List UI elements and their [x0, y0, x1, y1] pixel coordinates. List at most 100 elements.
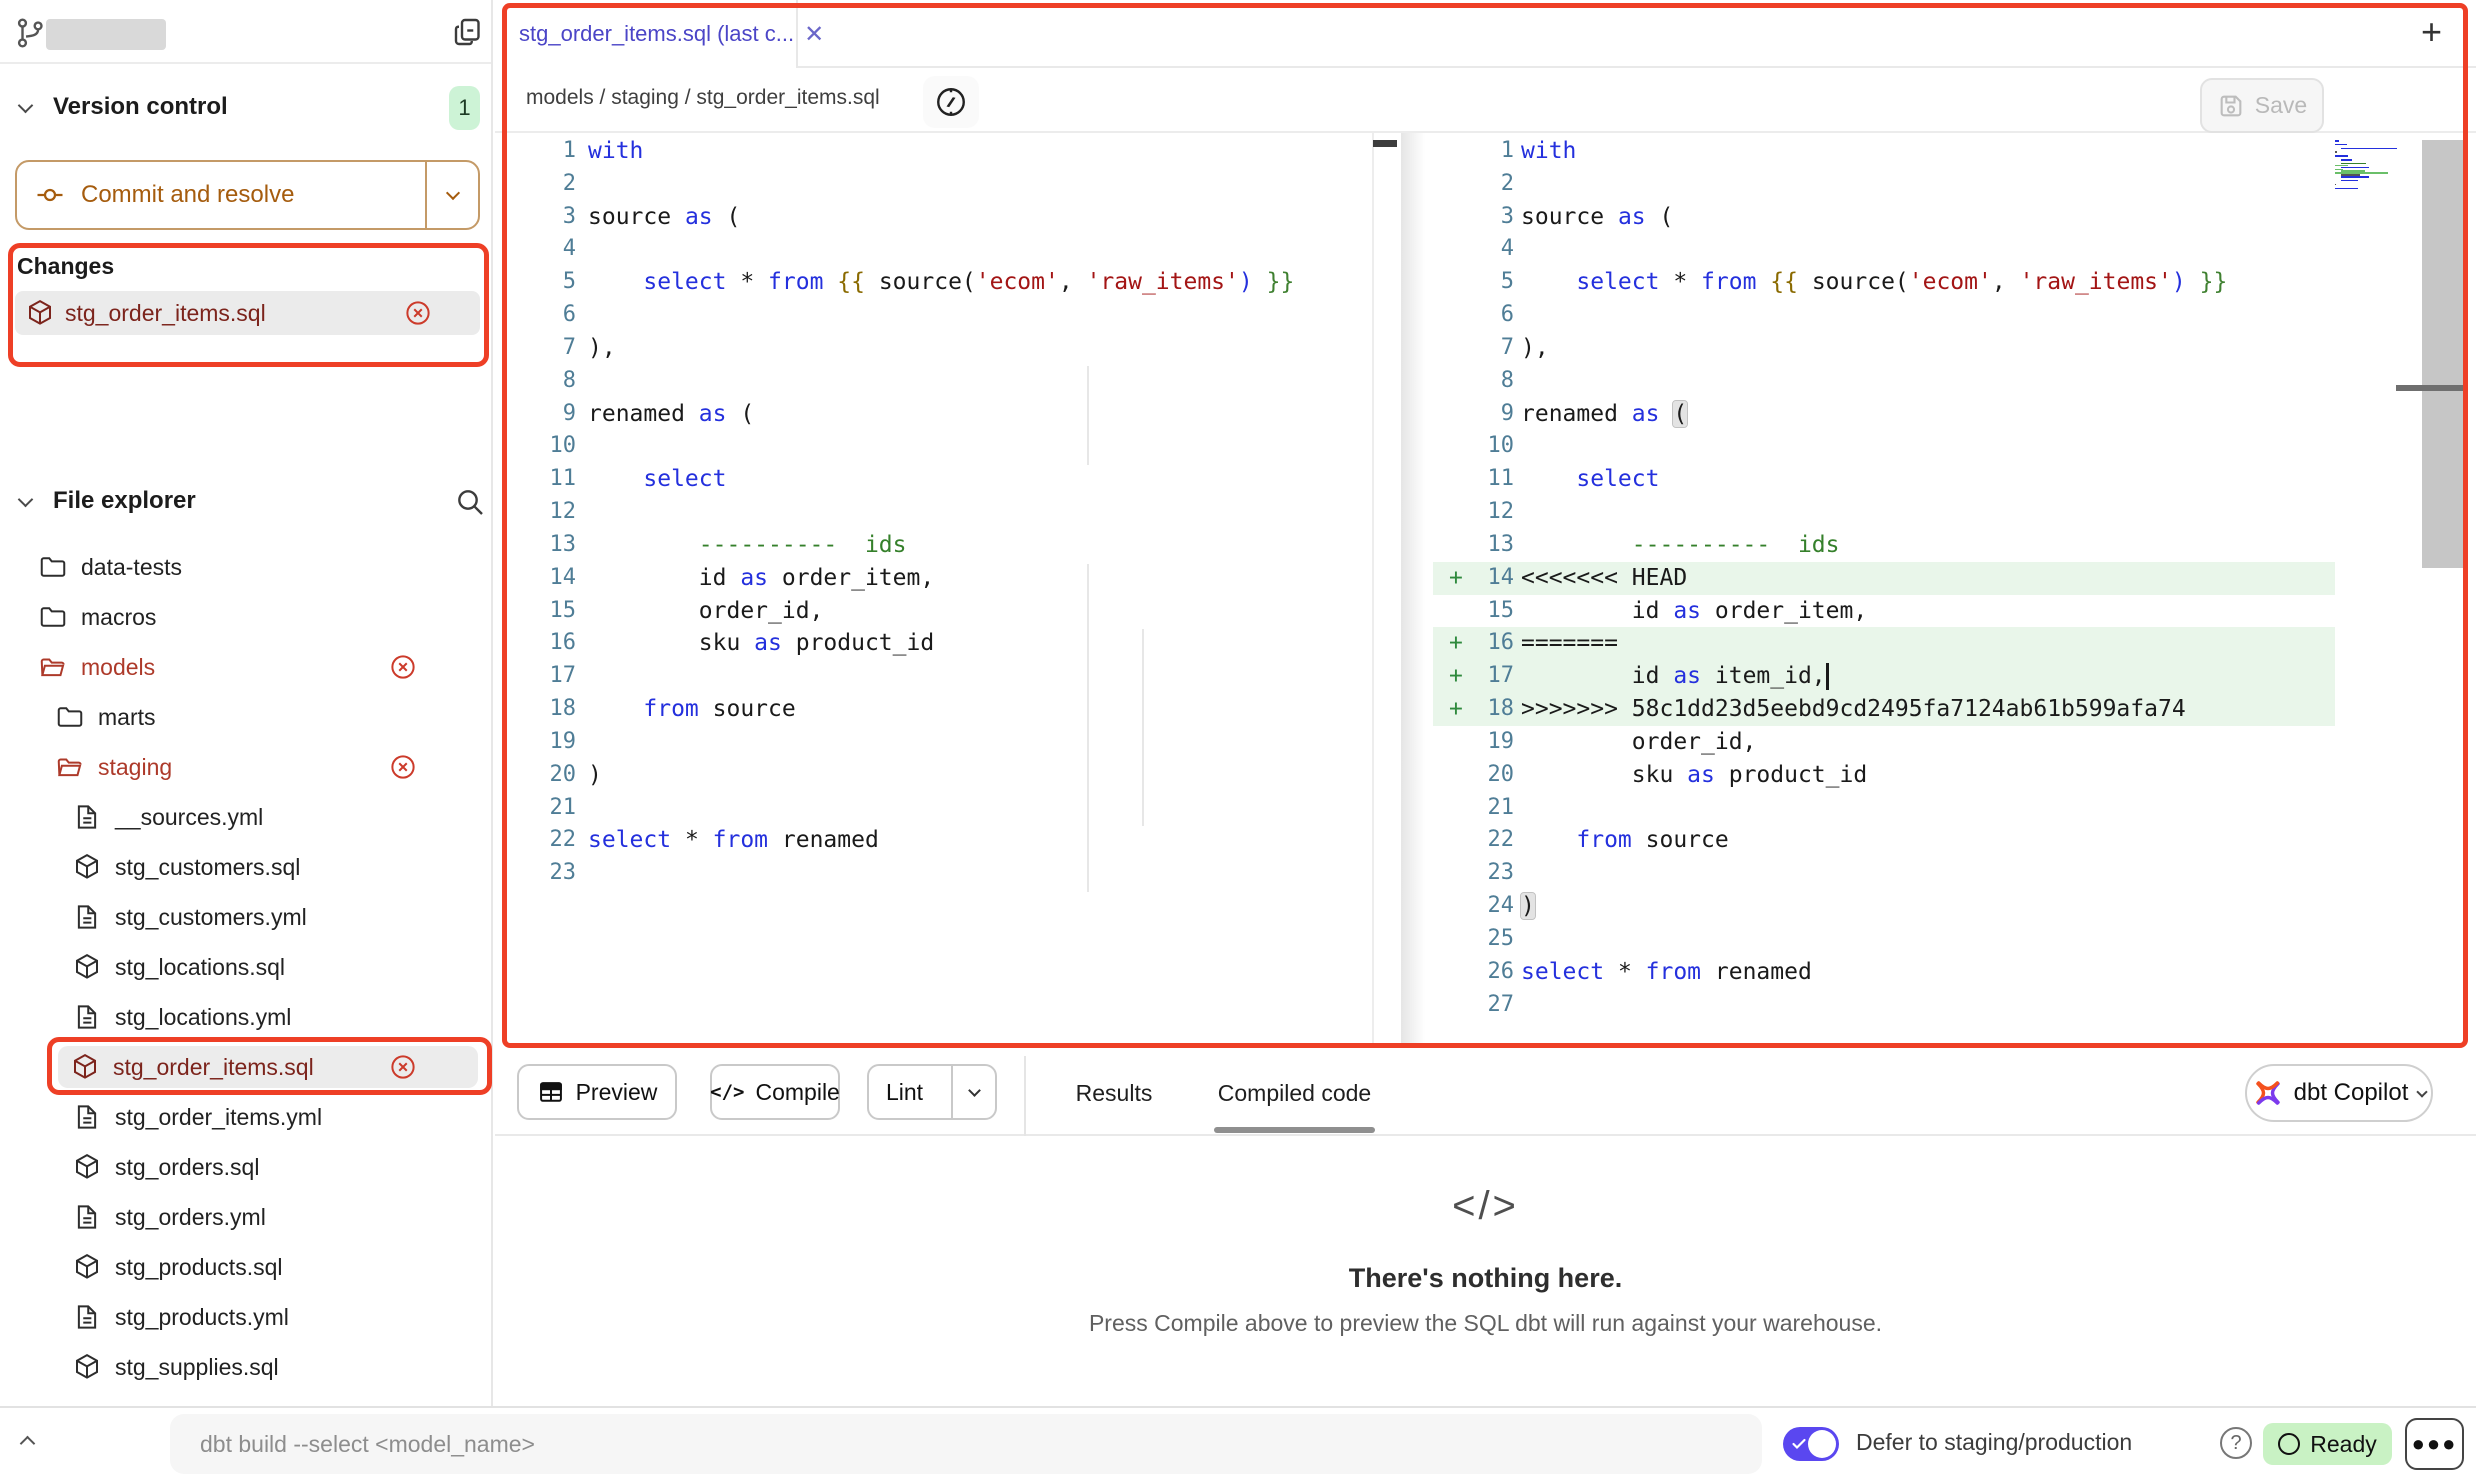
discard-change-icon[interactable]	[388, 752, 418, 782]
main-area: stg_order_items.sql (last c... ✕ + model…	[495, 0, 2476, 1406]
branch-name-placeholder[interactable]	[46, 19, 166, 50]
code-text: select * from renamed	[588, 824, 879, 857]
tree-item-models[interactable]: models	[0, 642, 491, 692]
collapse-panel-button[interactable]	[22, 1436, 33, 1454]
chevron-down-icon	[2417, 1086, 2428, 1097]
tab-compiled-code[interactable]: Compiled code	[1214, 1056, 1375, 1130]
new-tab-button[interactable]: +	[2421, 12, 2442, 52]
empty-state-subtitle: Press Compile above to preview the SQL d…	[495, 1310, 2476, 1337]
tree-item-stg-customers-sql[interactable]: stg_customers.sql	[0, 842, 491, 892]
tab-stg-order-items[interactable]: stg_order_items.sql (last c... ✕	[495, 0, 798, 68]
line-number: 7	[1401, 332, 1514, 365]
cube-icon	[72, 1252, 102, 1282]
code-text: from source	[1521, 824, 1729, 857]
code-text: select * from {{ source('ecom', 'raw_ite…	[588, 266, 1294, 299]
close-tab-icon[interactable]: ✕	[804, 20, 824, 49]
commit-dropdown-button[interactable]	[425, 162, 478, 228]
lint-dropdown-button[interactable]	[951, 1066, 995, 1118]
tree-item-stg-locations-yml[interactable]: stg_locations.yml	[0, 992, 491, 1042]
tree-item--sources-yml[interactable]: __sources.yml	[0, 792, 491, 842]
code-lines-conflicted: 1with23source as (45 select * from {{ so…	[1401, 135, 2468, 1021]
code-lines-original: 1with23source as (45 select * from {{ so…	[495, 135, 1399, 890]
active-tab-underline	[1214, 1127, 1375, 1133]
defer-toggle[interactable]	[1783, 1427, 1839, 1461]
compiled-code-empty-state: </> There's nothing here. Press Compile …	[495, 1136, 2476, 1406]
code-line: 3source as (	[495, 201, 1399, 234]
code-line: 13 ---------- ids	[495, 529, 1399, 562]
diff-added-marker: +	[1449, 627, 1463, 660]
lint-label: Lint	[869, 1079, 940, 1106]
tab-results[interactable]: Results	[1066, 1056, 1162, 1130]
chevron-down-icon	[445, 186, 459, 200]
discard-change-icon[interactable]	[403, 298, 433, 328]
status-circle-icon	[2278, 1433, 2300, 1455]
line-number: 23	[1401, 857, 1514, 890]
line-number: 22	[495, 824, 576, 857]
code-line: 18 from source	[495, 693, 1399, 726]
dbt-command-input[interactable]	[170, 1414, 1762, 1474]
code-text: id as order_item,	[588, 562, 934, 595]
tree-item-stg-products-sql[interactable]: stg_products.sql	[0, 1242, 491, 1292]
tree-item-macros[interactable]: macros	[0, 592, 491, 642]
tree-item-stg-order-items-yml[interactable]: stg_order_items.yml	[0, 1092, 491, 1142]
code-line: 13 ---------- ids	[1401, 529, 2468, 562]
cube-icon	[72, 1152, 102, 1182]
tree-item-stg-supplies-sql[interactable]: stg_supplies.sql	[0, 1342, 491, 1392]
tree-item-stg-products-yml[interactable]: stg_products.yml	[0, 1292, 491, 1342]
code-text: select * from renamed	[1521, 956, 1812, 989]
code-line: 4	[1401, 233, 2468, 266]
editor-action-toolbar: Preview </> Compile Lint Results Compile…	[495, 1056, 2476, 1136]
help-icon[interactable]: ?	[2220, 1427, 2252, 1459]
code-text: =======	[1521, 627, 1618, 660]
preview-button[interactable]: Preview	[517, 1064, 677, 1120]
code-line: 8	[495, 365, 1399, 398]
code-line: 5 select * from {{ source('ecom', 'raw_i…	[495, 266, 1399, 299]
folder-icon	[55, 702, 85, 732]
tree-item-staging[interactable]: staging	[0, 742, 491, 792]
tree-item-stg-orders-sql[interactable]: stg_orders.sql	[0, 1142, 491, 1192]
code-text: >>>>>>> 58c1dd23d5eebd9cd2495fa7124ab61b…	[1521, 693, 2186, 726]
chevron-down-icon	[18, 492, 34, 508]
tree-item-label: __sources.yml	[115, 804, 263, 831]
tree-item-data-tests[interactable]: data-tests	[0, 542, 491, 592]
changed-file-item[interactable]: stg_order_items.sql	[15, 291, 480, 335]
compile-button[interactable]: </> Compile	[710, 1064, 840, 1120]
version-control-section-header[interactable]: Version control 1	[0, 86, 491, 132]
tree-item-stg-order-items-sql[interactable]: stg_order_items.sql	[58, 1046, 478, 1088]
line-number: 3	[495, 201, 576, 234]
code-text: id as item_id,	[1521, 660, 1826, 693]
diff-added-marker: +	[1449, 562, 1463, 595]
more-options-button[interactable]: ●●●	[2405, 1418, 2464, 1470]
editor-pane-conflicted[interactable]: 1with23source as (45 select * from {{ so…	[1401, 133, 2468, 1048]
breadcrumb-row: models / staging / stg_order_items.sql S…	[495, 68, 2476, 133]
editor-pane-original[interactable]: 1with23source as (45 select * from {{ so…	[495, 133, 1399, 1048]
diff-added-marker: +	[1449, 693, 1463, 726]
line-number: 10	[495, 430, 576, 463]
code-line: 18+>>>>>>> 58c1dd23d5eebd9cd2495fa7124ab…	[1401, 693, 2468, 726]
line-number: 8	[495, 365, 576, 398]
lineage-compass-icon[interactable]	[923, 76, 979, 128]
lint-button[interactable]: Lint	[867, 1064, 997, 1120]
search-icon[interactable]	[454, 486, 486, 523]
discard-change-icon[interactable]	[388, 1052, 418, 1082]
code-line: 3source as (	[1401, 201, 2468, 234]
line-number: 15	[1401, 595, 1514, 628]
code-text: ---------- ids	[588, 529, 907, 562]
dbt-copilot-button[interactable]: dbt Copilot	[2245, 1064, 2433, 1122]
line-number: 2	[1401, 168, 1514, 201]
tree-item-stg-orders-yml[interactable]: stg_orders.yml	[0, 1192, 491, 1242]
tree-item-marts[interactable]: marts	[0, 692, 491, 742]
commit-and-resolve-button[interactable]: Commit and resolve	[15, 160, 480, 230]
line-number: 18	[495, 693, 576, 726]
copy-icon[interactable]	[450, 14, 486, 55]
discard-change-icon[interactable]	[388, 652, 418, 682]
save-button[interactable]: Save	[2200, 78, 2324, 133]
chevron-up-icon	[20, 1436, 36, 1452]
code-text: with	[588, 135, 643, 168]
file-explorer-section-header[interactable]: File explorer	[0, 480, 491, 524]
code-text: renamed as (	[1521, 398, 1687, 431]
tree-item-stg-locations-sql[interactable]: stg_locations.sql	[0, 942, 491, 992]
tree-item-stg-customers-yml[interactable]: stg_customers.yml	[0, 892, 491, 942]
code-text: sku as product_id	[588, 627, 934, 660]
line-number: 12	[495, 496, 576, 529]
